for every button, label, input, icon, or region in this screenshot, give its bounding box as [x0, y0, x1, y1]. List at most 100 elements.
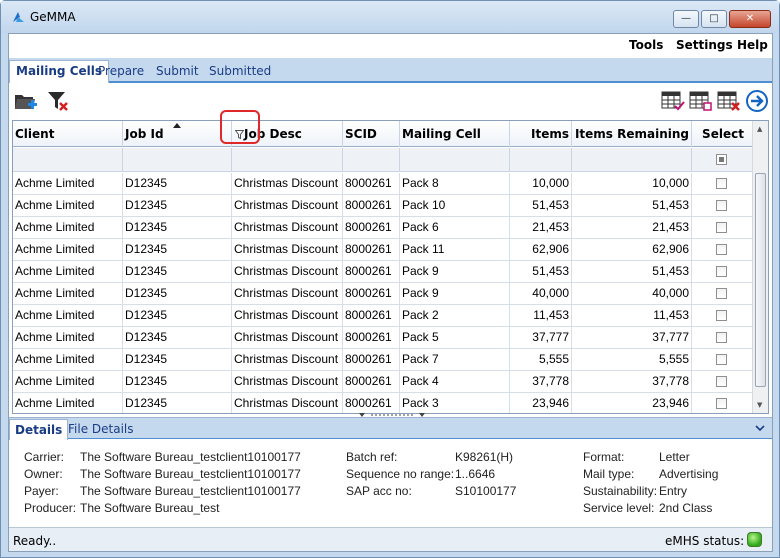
column-header-scid[interactable]: SCID [343, 121, 400, 147]
cell-items-remaining[interactable]: 11,453 [572, 305, 692, 327]
table-row[interactable]: Achme Limited D12345 Christmas Discount 800… [13, 327, 753, 349]
cell-mailing-cell[interactable]: Pack 9 [400, 283, 510, 305]
cell-items-remaining[interactable]: 40,000 [572, 283, 692, 305]
column-header-client[interactable]: Client [13, 121, 123, 147]
cell-scid[interactable]: 8000261 [343, 217, 400, 239]
scroll-up-icon[interactable]: ▲ [757, 125, 762, 133]
cell-client[interactable]: Achme Limited [13, 305, 123, 327]
cell-job-desc[interactable]: Christmas Discount [232, 217, 343, 239]
cell-job-desc[interactable]: Christmas Discount [232, 173, 343, 195]
grid-check-icon[interactable] [660, 89, 686, 113]
cell-job-desc[interactable]: Christmas Discount [232, 327, 343, 349]
tab-prepare[interactable]: Prepare [98, 64, 144, 78]
tab-submit[interactable]: Submit [156, 64, 199, 78]
filter-mailing-cell[interactable] [400, 148, 510, 172]
cell-client[interactable]: Achme Limited [13, 371, 123, 393]
tab-file-details[interactable]: File Details [68, 422, 134, 436]
table-row[interactable]: Achme Limited D12345 Christmas Discount 800… [13, 393, 753, 413]
grid-scrollbar[interactable]: ▲ ▼ [752, 121, 768, 413]
cell-items[interactable]: 23,946 [510, 393, 572, 413]
cell-job-id[interactable]: D12345 [123, 195, 232, 217]
column-header-mailing-cell[interactable]: Mailing Cell [400, 121, 510, 147]
cell-client[interactable]: Achme Limited [13, 261, 123, 283]
tab-mailing-cells[interactable]: Mailing Cells [9, 60, 110, 83]
filter-items-remaining[interactable] [572, 148, 692, 172]
cell-items[interactable]: 11,453 [510, 305, 572, 327]
open-folder-add-icon[interactable] [13, 89, 39, 113]
cell-items-remaining[interactable]: 51,453 [572, 261, 692, 283]
cell-job-id[interactable]: D12345 [123, 371, 232, 393]
table-row[interactable]: Achme Limited D12345 Christmas Discount 800… [13, 195, 753, 217]
table-row[interactable]: Achme Limited D12345 Christmas Discount 800… [13, 305, 753, 327]
cell-mailing-cell[interactable]: Pack 11 [400, 239, 510, 261]
cell-client[interactable]: Achme Limited [13, 283, 123, 305]
grid-delete-icon[interactable] [716, 89, 742, 113]
cell-scid[interactable]: 8000261 [343, 173, 400, 195]
cell-mailing-cell[interactable]: Pack 5 [400, 327, 510, 349]
cell-scid[interactable]: 8000261 [343, 305, 400, 327]
cell-scid[interactable]: 8000261 [343, 195, 400, 217]
row-select-checkbox[interactable] [716, 310, 727, 321]
cell-job-desc[interactable]: Christmas Discount [232, 195, 343, 217]
cell-job-desc[interactable]: Christmas Discount [232, 239, 343, 261]
row-select-checkbox[interactable] [716, 200, 727, 211]
cell-scid[interactable]: 8000261 [343, 239, 400, 261]
column-header-items[interactable]: Items [510, 121, 572, 147]
filter-job-id[interactable] [123, 148, 232, 172]
row-select-checkbox[interactable] [716, 332, 727, 343]
cell-client[interactable]: Achme Limited [13, 349, 123, 371]
row-select-checkbox[interactable] [716, 376, 727, 387]
cell-job-desc[interactable]: Christmas Discount [232, 349, 343, 371]
cell-items[interactable]: 51,453 [510, 261, 572, 283]
table-row[interactable]: Achme Limited D12345 Christmas Discount 800… [13, 217, 753, 239]
cell-job-id[interactable]: D12345 [123, 173, 232, 195]
scroll-down-icon[interactable]: ▼ [757, 401, 762, 409]
cell-items-remaining[interactable]: 37,777 [572, 327, 692, 349]
cell-items-remaining[interactable]: 10,000 [572, 173, 692, 195]
cell-mailing-cell[interactable]: Pack 2 [400, 305, 510, 327]
cell-job-id[interactable]: D12345 [123, 393, 232, 413]
filter-items[interactable] [510, 148, 572, 172]
cell-job-desc[interactable]: Christmas Discount [232, 393, 343, 413]
cell-client[interactable]: Achme Limited [13, 239, 123, 261]
title-bar[interactable]: GeMMA — □ ✕ [1, 1, 779, 33]
cell-items[interactable]: 10,000 [510, 173, 572, 195]
cell-job-id[interactable]: D12345 [123, 349, 232, 371]
cell-scid[interactable]: 8000261 [343, 327, 400, 349]
cell-job-id[interactable]: D12345 [123, 327, 232, 349]
row-select-checkbox[interactable] [716, 354, 727, 365]
menu-tools[interactable]: Tools [629, 38, 663, 52]
row-select-checkbox[interactable] [716, 266, 727, 277]
cell-mailing-cell[interactable]: Pack 8 [400, 173, 510, 195]
cell-client[interactable]: Achme Limited [13, 327, 123, 349]
cell-scid[interactable]: 8000261 [343, 371, 400, 393]
minimize-button[interactable]: — [673, 10, 699, 28]
column-header-items-remaining[interactable]: Items Remaining [572, 121, 692, 147]
row-select-checkbox[interactable] [716, 178, 727, 189]
cell-mailing-cell[interactable]: Pack 7 [400, 349, 510, 371]
filter-scid[interactable] [343, 148, 400, 172]
cell-items[interactable]: 5,555 [510, 349, 572, 371]
row-select-checkbox[interactable] [716, 398, 727, 409]
tab-details[interactable]: Details [9, 419, 69, 440]
cell-mailing-cell[interactable]: Pack 4 [400, 371, 510, 393]
table-row[interactable]: Achme Limited D12345 Christmas Discount 800… [13, 261, 753, 283]
filter-job-desc[interactable] [232, 148, 343, 172]
cell-items-remaining[interactable]: 21,453 [572, 217, 692, 239]
cell-scid[interactable]: 8000261 [343, 393, 400, 413]
cell-client[interactable]: Achme Limited [13, 173, 123, 195]
filter-client[interactable] [13, 148, 123, 172]
cell-mailing-cell[interactable]: Pack 9 [400, 261, 510, 283]
cell-mailing-cell[interactable]: Pack 3 [400, 393, 510, 413]
cell-mailing-cell[interactable]: Pack 6 [400, 217, 510, 239]
cell-client[interactable]: Achme Limited [13, 217, 123, 239]
cell-job-desc[interactable]: Christmas Discount [232, 261, 343, 283]
scroll-thumb[interactable] [755, 173, 766, 387]
row-select-checkbox[interactable] [716, 288, 727, 299]
menu-help[interactable]: Help [737, 38, 768, 52]
table-row[interactable]: Achme Limited D12345 Christmas Discount 800… [13, 371, 753, 393]
cell-scid[interactable]: 8000261 [343, 349, 400, 371]
cell-items[interactable]: 37,778 [510, 371, 572, 393]
cell-scid[interactable]: 8000261 [343, 261, 400, 283]
close-button[interactable]: ✕ [729, 10, 771, 28]
